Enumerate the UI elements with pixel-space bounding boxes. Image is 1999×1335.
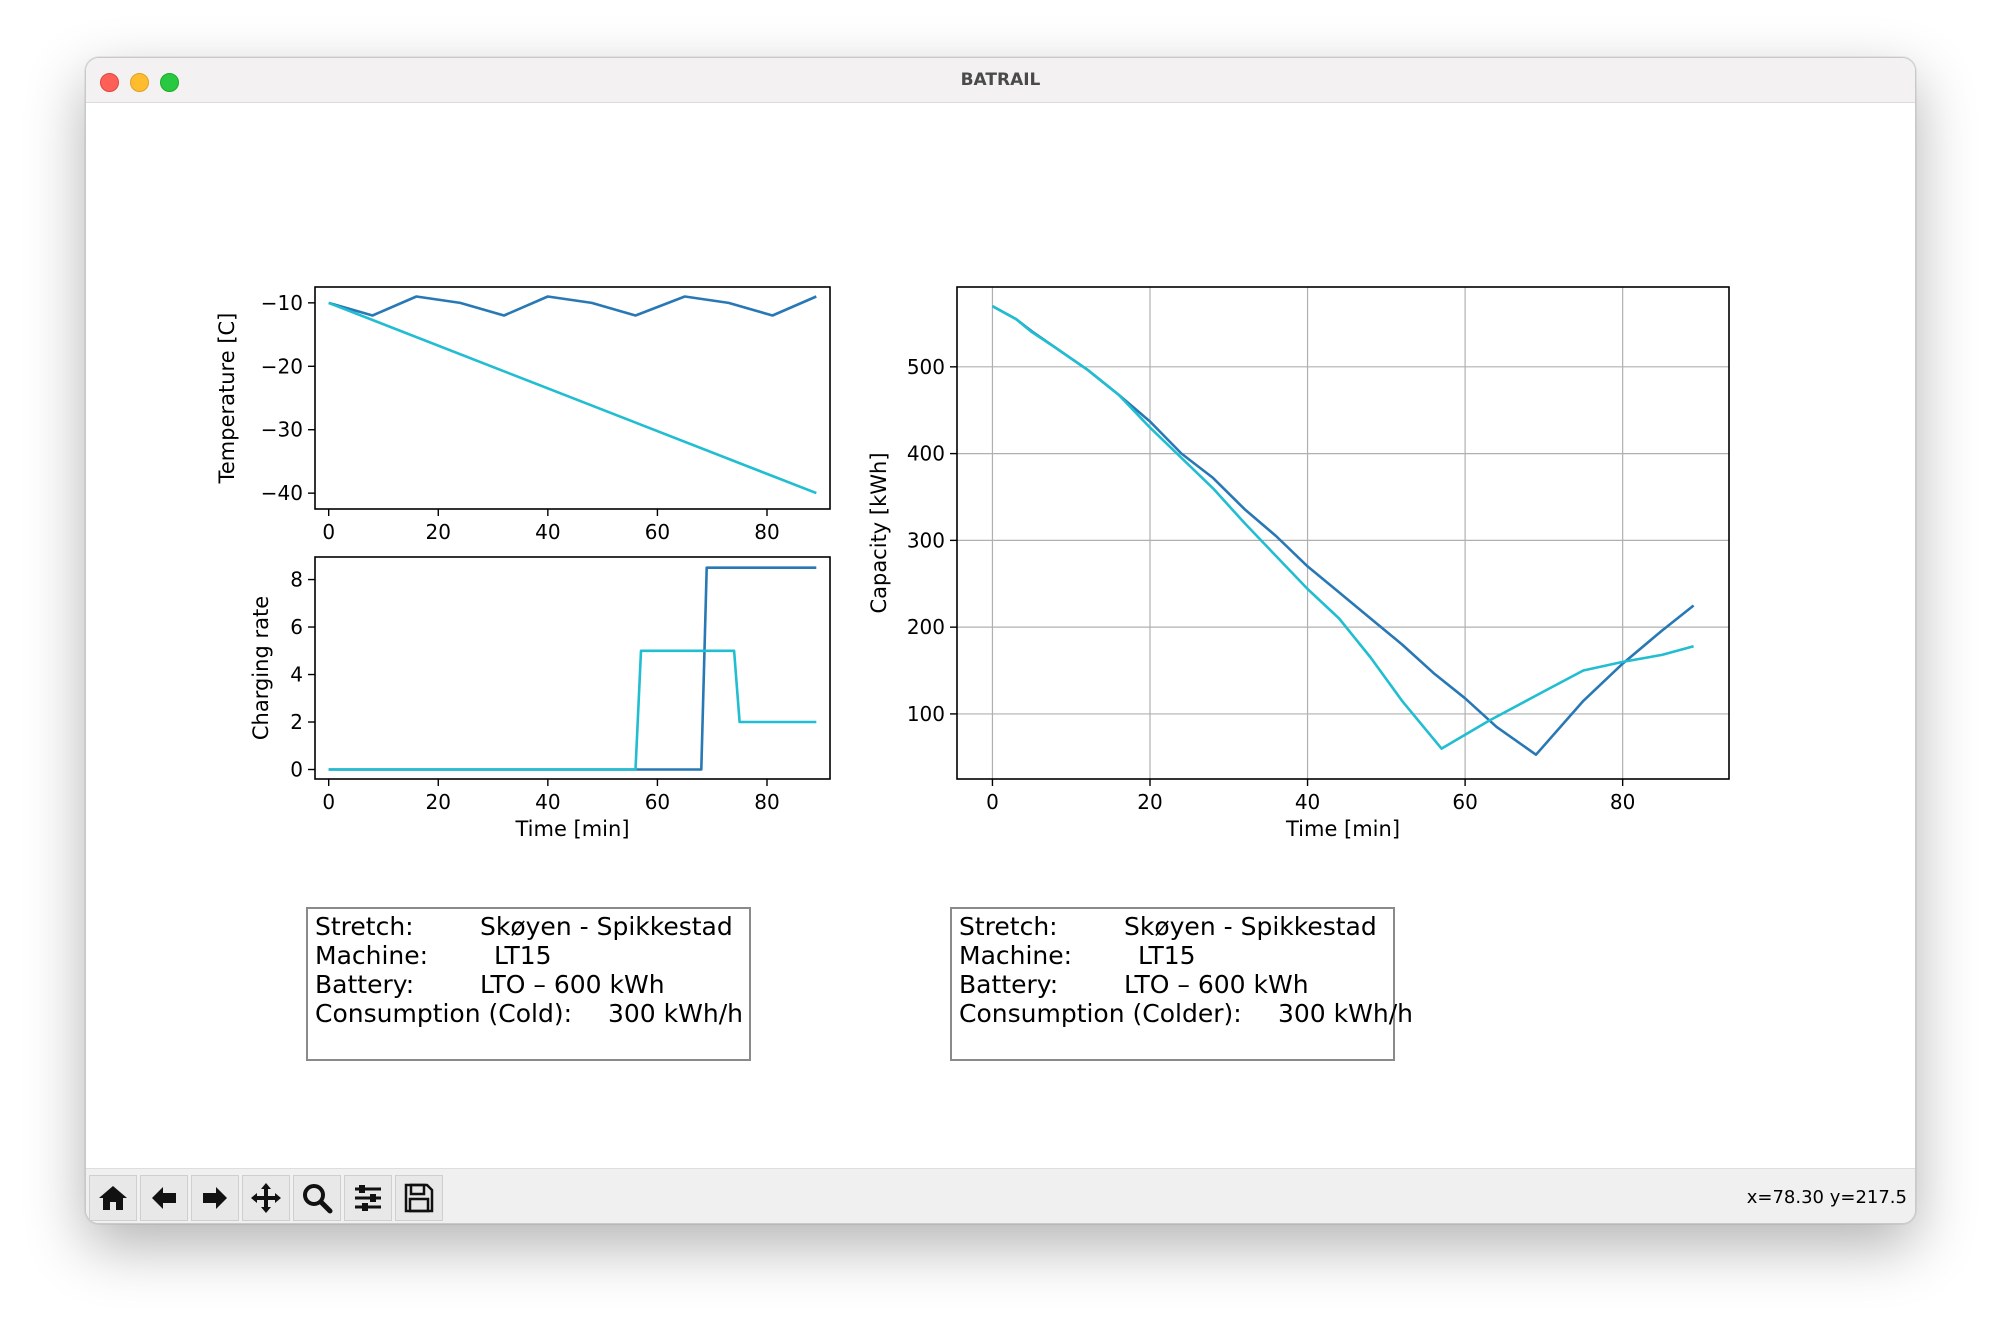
forward-arrow-icon [203,1187,227,1209]
y-tick-label: −40 [261,481,303,505]
x-tick-label: 20 [426,520,451,544]
home-icon [99,1186,127,1210]
y-axis-label: Temperature [C] [215,313,239,485]
series-line-0 [328,295,817,317]
pan-icon [251,1183,281,1213]
machine-value: LT15 [1138,941,1196,970]
series-line-0 [328,566,817,771]
cursor-coordinates: x=78.30 y=217.5 [1746,1187,1907,1208]
stretch-value: Skøyen - Spikkestad [480,912,733,941]
x-tick-label: 40 [1295,790,1320,814]
y-tick-label: 200 [907,615,945,639]
x-tick-label: 80 [754,520,779,544]
battery-label: Battery: [315,970,415,999]
x-tick-label: 20 [426,790,451,814]
stretch-label: Stretch: [315,912,414,941]
zoom-button[interactable] [293,1175,341,1221]
zoom-icon [303,1184,333,1214]
temperature-chart: 0 20 40 60 80 −10 −20 −30 −40 Temperature [C] [215,286,831,544]
y-axis-label: Charging rate [249,596,273,740]
consumption-label: Consumption (Colder): [959,999,1242,1028]
x-tick-label: 0 [322,790,335,814]
battery-value: LTO – 600 kWh [1124,970,1309,999]
y-tick-label: −30 [261,418,303,442]
y-tick-label: 400 [907,442,945,466]
machine-value: LT15 [494,941,552,970]
title-bar: BATRAIL [86,58,1915,103]
x-tick-label: 40 [535,790,560,814]
consumption-label: Consumption (Cold): [315,999,573,1028]
axes-frame [314,556,831,780]
battery-value: LTO – 600 kWh [480,970,665,999]
y-tick-label: 4 [290,663,303,687]
series-line-1 [328,649,817,771]
y-tick-label: −10 [261,291,303,315]
back-button[interactable] [140,1175,188,1221]
x-tick-label: 60 [645,520,670,544]
app-window: BATRAIL 0 20 40 60 80 −10 −20 −30 −40 Temperature… [85,57,1916,1224]
machine-label: Machine: [315,941,429,970]
y-tick-label: 300 [907,528,945,552]
x-tick-label: 20 [1137,790,1162,814]
charging-chart: 0 20 40 60 80 0 2 4 6 8 Time [min] Charging rate [249,556,831,841]
stretch-value: Skøyen - Spikkestad [1124,912,1377,941]
capacity-chart: 0 20 40 60 80 100 200 300 400 500 Time [min] Capaci… [867,286,1730,841]
battery-label: Battery: [959,970,1059,999]
navigation-toolbar: x=78.30 y=217.5 [86,1168,1915,1223]
y-tick-label: 8 [290,568,303,592]
home-button[interactable] [89,1175,137,1221]
y-tick-label: 6 [290,615,303,639]
stretch-label: Stretch: [959,912,1058,941]
series-line-1 [328,301,817,495]
x-tick-label: 0 [986,790,999,814]
forward-button[interactable] [191,1175,239,1221]
x-tick-label: 80 [1610,790,1635,814]
y-axis-label: Capacity [kWh] [867,452,891,613]
x-axis-label: Time [min] [514,817,629,841]
configure-subplots-button[interactable] [344,1175,392,1221]
y-tick-label: 100 [907,702,945,726]
configure-subplots-icon [355,1185,381,1211]
info-box-colder: Stretch: Skøyen - Spikkestad Machine: LT… [950,907,1413,1061]
y-tick-label: −20 [261,354,303,378]
y-tick-label: 2 [290,710,303,734]
info-box-cold: Stretch: Skøyen - Spikkestad Machine: LT… [306,907,751,1061]
machine-label: Machine: [959,941,1073,970]
window-title: BATRAIL [960,70,1041,90]
x-tick-label: 40 [535,520,560,544]
x-tick-label: 0 [322,520,335,544]
save-button[interactable] [395,1175,443,1221]
x-tick-label: 80 [754,790,779,814]
consumption-value: 300 kWh/h [608,999,743,1028]
save-icon [404,1183,434,1213]
x-axis-label: Time [min] [1285,817,1400,841]
series-line-0 [991,304,1695,757]
y-tick-label: 0 [290,758,303,782]
back-arrow-icon [152,1187,176,1209]
y-tick-label: 500 [907,355,945,379]
x-tick-label: 60 [1452,790,1477,814]
pan-button[interactable] [242,1175,290,1221]
series-line-1 [991,304,1694,750]
x-tick-label: 60 [645,790,670,814]
consumption-value: 300 kWh/h [1278,999,1413,1028]
